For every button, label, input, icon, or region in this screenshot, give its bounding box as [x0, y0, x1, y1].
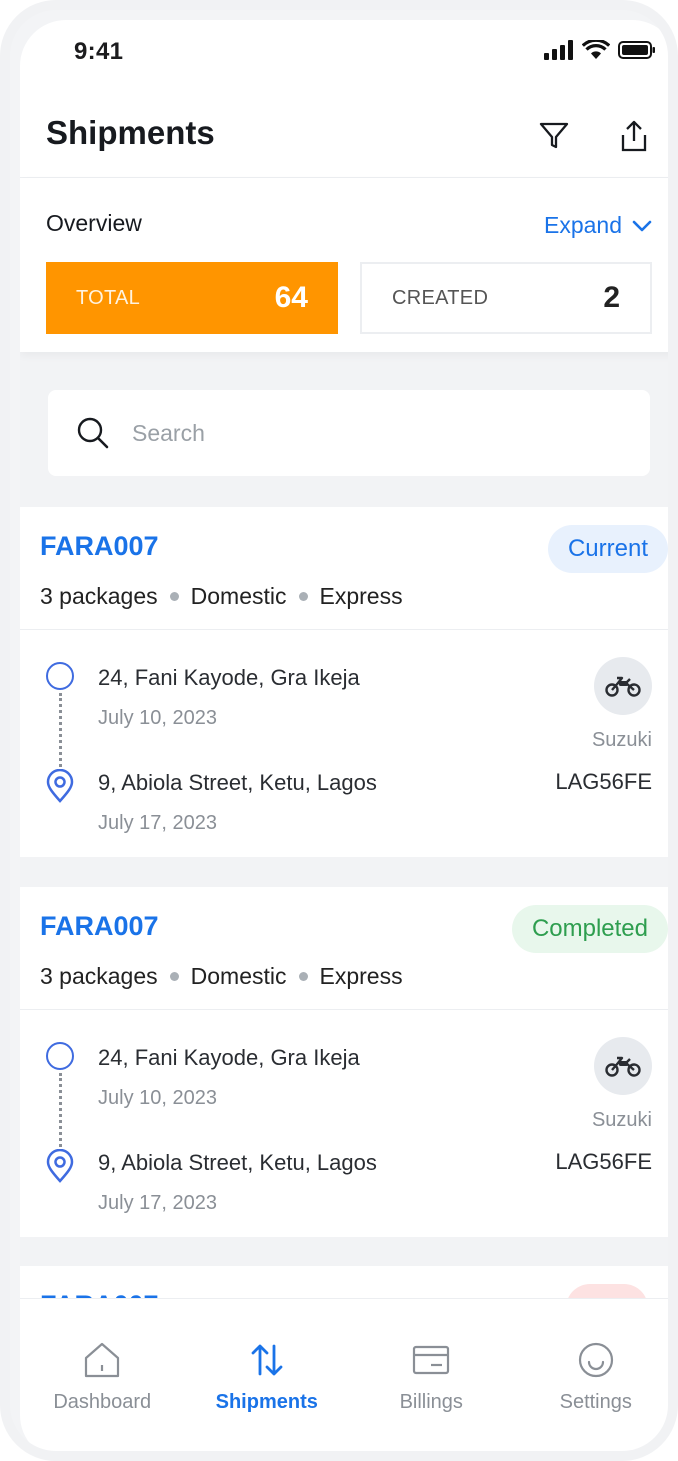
search-input[interactable] [132, 419, 612, 447]
overview-panel: Overview Expand TOTAL 64 CREATED 2 [20, 178, 668, 352]
screen: 9:41 Shipments Overview Expand TOTAL 64 … [20, 20, 669, 1451]
destination-address: 9, Abiola Street, Ketu, Lagos [98, 770, 377, 795]
share-button[interactable] [614, 116, 654, 156]
nav-item-billings[interactable]: Billings [349, 1299, 514, 1451]
created-stat-tile[interactable]: CREATED 2 [360, 262, 652, 334]
shipment-speed: Express [319, 963, 403, 989]
page-title: Shipments [46, 114, 215, 151]
search-icon [77, 417, 109, 449]
destination-pin-icon [46, 769, 74, 803]
total-value: 64 [274, 281, 308, 314]
vehicle-avatar [594, 1037, 652, 1095]
search-bar[interactable] [48, 390, 650, 476]
shipment-type: Domestic [190, 963, 287, 989]
total-label: TOTAL [76, 286, 141, 309]
created-label: CREATED [392, 286, 489, 309]
destination-date: July 17, 2023 [98, 812, 217, 834]
route-dotted-line [59, 693, 62, 767]
app-header: Shipments [20, 90, 668, 178]
expand-button[interactable]: Expand [544, 212, 652, 239]
nav-item-shipments[interactable]: Shipments [185, 1299, 350, 1451]
vehicle-plate: LAG56FE [555, 1149, 652, 1174]
nav-item-dashboard[interactable]: Dashboard [20, 1299, 185, 1451]
destination-pin-icon [46, 1149, 74, 1183]
destination-address: 9, Abiola Street, Ketu, Lagos [98, 1150, 377, 1175]
bottom-nav: Dashboard Shipments Billings Settings [20, 1298, 669, 1451]
vehicle-name: Suzuki [591, 1109, 652, 1131]
status-icons [544, 40, 656, 60]
shipment-meta: 3 packages Domestic Express [40, 583, 403, 610]
battery-icon [618, 41, 655, 59]
nav-item-settings[interactable]: Settings [514, 1299, 669, 1451]
shipment-speed: Express [319, 583, 403, 609]
origin-circle-icon [46, 662, 74, 690]
expand-label: Expand [543, 212, 622, 238]
share-icon [621, 120, 647, 152]
home-icon [85, 1342, 120, 1378]
vehicle-name: Suzuki [591, 729, 652, 751]
filter-icon [539, 122, 569, 149]
destination-date: July 17, 2023 [98, 1192, 217, 1214]
signal-icon [544, 40, 573, 60]
vehicle-avatar [594, 657, 652, 715]
motorcycle-icon [605, 1056, 641, 1077]
total-stat-tile[interactable]: TOTAL 64 [46, 262, 338, 334]
shipment-meta: 3 packages Domestic Express [40, 963, 403, 990]
overview-label: Overview [46, 210, 142, 236]
nav-label: Billings [399, 1391, 463, 1413]
motorcycle-icon [605, 676, 641, 697]
shipment-type: Domestic [190, 583, 287, 609]
chevron-down-icon [632, 220, 652, 231]
package-count: 3 packages [40, 583, 158, 609]
phone-frame: 9:41 Shipments Overview Expand TOTAL 64 … [0, 0, 678, 1461]
status-badge: Current [547, 525, 668, 573]
package-count: 3 packages [40, 963, 158, 989]
shipment-id[interactable]: FARA007 [40, 531, 159, 562]
vehicle-plate: LAG56FE [555, 769, 652, 794]
separator-dot [298, 592, 308, 601]
shipment-card[interactable]: FARA007 Current 3 packages Domestic Expr… [20, 507, 668, 857]
smiley-icon [578, 1342, 613, 1378]
filter-button[interactable] [534, 116, 574, 156]
nav-label: Shipments [215, 1391, 318, 1413]
swap-arrows-icon [251, 1344, 283, 1376]
shipment-card[interactable]: FARA007 Completed 3 packages Domestic Ex… [20, 887, 668, 1237]
separator-dot [298, 972, 308, 981]
nav-label: Dashboard [53, 1391, 152, 1413]
shipment-id[interactable]: FARA007 [40, 911, 159, 942]
nav-label: Settings [559, 1391, 632, 1413]
origin-address: 24, Fani Kayode, Gra Ikeja [98, 665, 360, 690]
origin-date: July 10, 2023 [98, 707, 217, 729]
route-dotted-line [59, 1073, 62, 1147]
separator-dot [169, 972, 179, 981]
origin-circle-icon [46, 1042, 74, 1070]
divider [20, 629, 668, 630]
created-value: 2 [603, 281, 620, 314]
status-bar: 9:41 [20, 20, 668, 90]
separator-dot [169, 592, 179, 601]
origin-date: July 10, 2023 [98, 1087, 217, 1109]
status-badge: Completed [511, 905, 668, 953]
wifi-icon [582, 40, 610, 59]
card-icon [413, 1345, 450, 1375]
status-time: 9:41 [74, 38, 124, 65]
origin-address: 24, Fani Kayode, Gra Ikeja [98, 1045, 360, 1070]
divider [20, 1009, 668, 1010]
